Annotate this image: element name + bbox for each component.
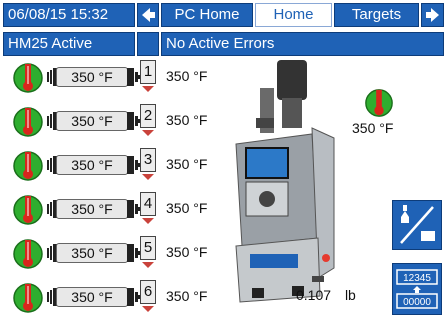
zone-indicator-icon <box>142 174 154 180</box>
zone-indicator-icon <box>142 218 154 224</box>
melter-unit-image <box>235 60 335 303</box>
nav-back-button[interactable] <box>137 3 159 27</box>
hose-end-icon <box>127 244 141 262</box>
zone-setpoint-field[interactable]: 350 °F <box>56 155 128 175</box>
zone-number: 6 <box>140 280 156 304</box>
zone-number: 5 <box>140 236 156 260</box>
zone-setpoint-field[interactable]: 350 °F <box>56 111 128 131</box>
zone-number: 1 <box>140 60 156 84</box>
counter-reset-value: 00000 <box>403 297 431 308</box>
tab-targets[interactable]: Targets <box>334 3 419 27</box>
temperature-gauge-icon <box>13 195 43 225</box>
system-status: HM25 Active <box>3 32 135 56</box>
hose-end-icon <box>127 68 141 86</box>
zone-actual-temperature: 350 °F <box>166 200 208 216</box>
arrow-right-icon <box>426 8 439 22</box>
zone-actual-temperature: 350 °F <box>166 156 208 172</box>
zone-indicator-icon <box>142 306 154 312</box>
zone-indicator-icon <box>142 262 154 268</box>
pump-toggle-button[interactable] <box>392 200 442 250</box>
status-spacer <box>137 32 159 56</box>
temperature-gauge-icon <box>13 283 43 313</box>
zone-row-5[interactable]: 350 °F 5 350 °F <box>6 233 246 275</box>
zone-actual-temperature: 350 °F <box>166 244 208 260</box>
zone-indicator-icon <box>142 86 154 92</box>
zone-number: 3 <box>140 148 156 172</box>
arrow-left-icon <box>142 8 155 22</box>
zone-row-4[interactable]: 350 °F 4 350 °F <box>6 189 246 231</box>
material-amount-value: 0.107 <box>296 287 332 303</box>
zone-indicator-icon <box>142 130 154 136</box>
temperature-gauge-icon <box>13 151 43 181</box>
zone-row-1[interactable]: 350 °F 1 350 °F <box>6 57 246 99</box>
counter-reset-icon: 12345 00000 <box>396 269 438 309</box>
hose-end-icon <box>127 200 141 218</box>
hose-end-icon <box>127 288 141 306</box>
zone-setpoint-field[interactable]: 350 °F <box>56 199 128 219</box>
counter-reset-button[interactable]: 12345 00000 <box>392 263 442 315</box>
hose-end-icon <box>127 156 141 174</box>
zone-actual-temperature: 350 °F <box>166 68 208 84</box>
nav-forward-button[interactable] <box>421 3 444 27</box>
pump-toggle-icon <box>400 205 435 244</box>
tab-home[interactable]: Home <box>255 3 332 27</box>
tank-temperature: 350 °F <box>352 120 394 136</box>
zone-number: 2 <box>140 104 156 128</box>
material-amount: 0.107 lb <box>296 287 356 303</box>
material-amount-unit: lb <box>344 287 356 303</box>
tab-pc-home[interactable]: PC Home <box>161 3 253 27</box>
zone-row-6[interactable]: 350 °F 6 350 °F <box>6 277 246 319</box>
error-status: No Active Errors <box>161 32 444 56</box>
zone-number: 4 <box>140 192 156 216</box>
temperature-gauge-icon <box>13 239 43 269</box>
zone-setpoint-field[interactable]: 350 °F <box>56 287 128 307</box>
zone-setpoint-field[interactable]: 350 °F <box>56 67 128 87</box>
zone-actual-temperature: 350 °F <box>166 112 208 128</box>
counter-value: 12345 <box>403 273 431 284</box>
tank-gauge-icon <box>365 89 393 117</box>
zone-row-3[interactable]: 350 °F 3 350 °F <box>6 145 246 187</box>
temperature-gauge-icon <box>13 107 43 137</box>
hose-end-icon <box>127 112 141 130</box>
temperature-gauge-icon <box>13 63 43 93</box>
zone-setpoint-field[interactable]: 350 °F <box>56 243 128 263</box>
date-time-display: 06/08/15 15:32 <box>3 3 135 27</box>
zone-actual-temperature: 350 °F <box>166 288 208 304</box>
zone-row-2[interactable]: 350 °F 2 350 °F <box>6 101 246 143</box>
